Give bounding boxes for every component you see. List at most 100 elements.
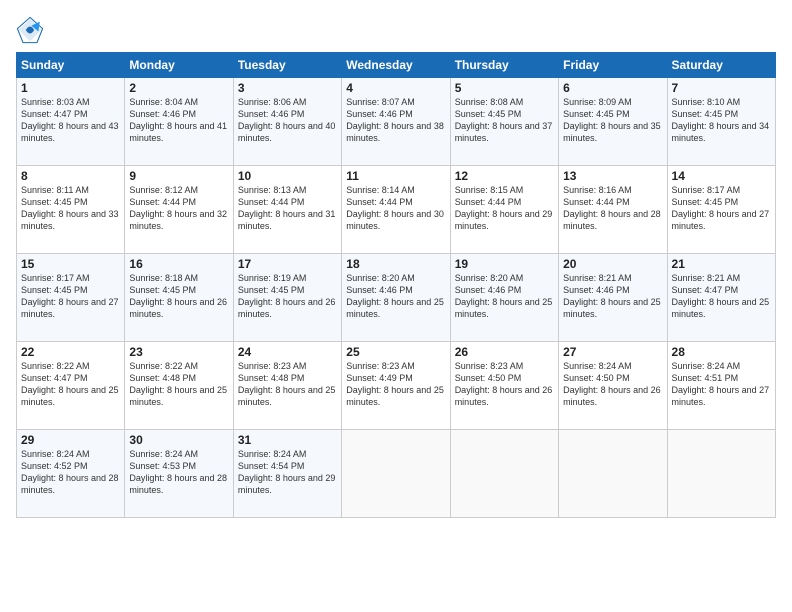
calendar-cell: 9 Sunrise: 8:12 AMSunset: 4:44 PMDayligh…: [125, 166, 233, 254]
calendar-week-4: 22 Sunrise: 8:22 AMSunset: 4:47 PMDaylig…: [17, 342, 776, 430]
calendar-cell: 14 Sunrise: 8:17 AMSunset: 4:45 PMDaylig…: [667, 166, 775, 254]
day-info: Sunrise: 8:20 AMSunset: 4:46 PMDaylight:…: [455, 273, 553, 319]
calendar-cell: 5 Sunrise: 8:08 AMSunset: 4:45 PMDayligh…: [450, 78, 558, 166]
day-info: Sunrise: 8:08 AMSunset: 4:45 PMDaylight:…: [455, 97, 553, 143]
calendar-cell: 19 Sunrise: 8:20 AMSunset: 4:46 PMDaylig…: [450, 254, 558, 342]
day-number: 9: [129, 169, 228, 183]
day-number: 5: [455, 81, 554, 95]
page-header: [16, 16, 776, 44]
day-number: 16: [129, 257, 228, 271]
day-number: 12: [455, 169, 554, 183]
calendar-cell: 17 Sunrise: 8:19 AMSunset: 4:45 PMDaylig…: [233, 254, 341, 342]
day-info: Sunrise: 8:17 AMSunset: 4:45 PMDaylight:…: [21, 273, 119, 319]
day-info: Sunrise: 8:24 AMSunset: 4:52 PMDaylight:…: [21, 449, 119, 495]
day-info: Sunrise: 8:11 AMSunset: 4:45 PMDaylight:…: [21, 185, 119, 231]
calendar-cell: 29 Sunrise: 8:24 AMSunset: 4:52 PMDaylig…: [17, 430, 125, 518]
weekday-tuesday: Tuesday: [233, 53, 341, 78]
calendar-cell: 12 Sunrise: 8:15 AMSunset: 4:44 PMDaylig…: [450, 166, 558, 254]
day-info: Sunrise: 8:09 AMSunset: 4:45 PMDaylight:…: [563, 97, 661, 143]
calendar-cell: 18 Sunrise: 8:20 AMSunset: 4:46 PMDaylig…: [342, 254, 450, 342]
day-info: Sunrise: 8:13 AMSunset: 4:44 PMDaylight:…: [238, 185, 336, 231]
weekday-wednesday: Wednesday: [342, 53, 450, 78]
calendar-cell: 11 Sunrise: 8:14 AMSunset: 4:44 PMDaylig…: [342, 166, 450, 254]
calendar-week-2: 8 Sunrise: 8:11 AMSunset: 4:45 PMDayligh…: [17, 166, 776, 254]
day-number: 24: [238, 345, 337, 359]
day-number: 8: [21, 169, 120, 183]
day-number: 17: [238, 257, 337, 271]
calendar-cell: 22 Sunrise: 8:22 AMSunset: 4:47 PMDaylig…: [17, 342, 125, 430]
day-info: Sunrise: 8:19 AMSunset: 4:45 PMDaylight:…: [238, 273, 336, 319]
day-info: Sunrise: 8:23 AMSunset: 4:48 PMDaylight:…: [238, 361, 336, 407]
logo-icon: [16, 16, 44, 44]
day-info: Sunrise: 8:21 AMSunset: 4:47 PMDaylight:…: [672, 273, 770, 319]
calendar-cell: 20 Sunrise: 8:21 AMSunset: 4:46 PMDaylig…: [559, 254, 667, 342]
day-info: Sunrise: 8:10 AMSunset: 4:45 PMDaylight:…: [672, 97, 770, 143]
calendar-cell: 25 Sunrise: 8:23 AMSunset: 4:49 PMDaylig…: [342, 342, 450, 430]
day-number: 31: [238, 433, 337, 447]
day-number: 1: [21, 81, 120, 95]
calendar-cell: 30 Sunrise: 8:24 AMSunset: 4:53 PMDaylig…: [125, 430, 233, 518]
calendar-week-1: 1 Sunrise: 8:03 AMSunset: 4:47 PMDayligh…: [17, 78, 776, 166]
calendar-cell: 31 Sunrise: 8:24 AMSunset: 4:54 PMDaylig…: [233, 430, 341, 518]
day-info: Sunrise: 8:22 AMSunset: 4:47 PMDaylight:…: [21, 361, 119, 407]
day-info: Sunrise: 8:14 AMSunset: 4:44 PMDaylight:…: [346, 185, 444, 231]
day-number: 29: [21, 433, 120, 447]
calendar-cell: 23 Sunrise: 8:22 AMSunset: 4:48 PMDaylig…: [125, 342, 233, 430]
calendar-week-3: 15 Sunrise: 8:17 AMSunset: 4:45 PMDaylig…: [17, 254, 776, 342]
day-number: 7: [672, 81, 771, 95]
calendar-cell: [667, 430, 775, 518]
calendar-cell: 27 Sunrise: 8:24 AMSunset: 4:50 PMDaylig…: [559, 342, 667, 430]
day-info: Sunrise: 8:16 AMSunset: 4:44 PMDaylight:…: [563, 185, 661, 231]
calendar-cell: 21 Sunrise: 8:21 AMSunset: 4:47 PMDaylig…: [667, 254, 775, 342]
day-info: Sunrise: 8:21 AMSunset: 4:46 PMDaylight:…: [563, 273, 661, 319]
weekday-friday: Friday: [559, 53, 667, 78]
day-number: 27: [563, 345, 662, 359]
weekday-saturday: Saturday: [667, 53, 775, 78]
day-number: 30: [129, 433, 228, 447]
day-info: Sunrise: 8:06 AMSunset: 4:46 PMDaylight:…: [238, 97, 336, 143]
day-info: Sunrise: 8:15 AMSunset: 4:44 PMDaylight:…: [455, 185, 553, 231]
day-number: 14: [672, 169, 771, 183]
calendar-cell: 6 Sunrise: 8:09 AMSunset: 4:45 PMDayligh…: [559, 78, 667, 166]
day-info: Sunrise: 8:23 AMSunset: 4:49 PMDaylight:…: [346, 361, 444, 407]
weekday-thursday: Thursday: [450, 53, 558, 78]
calendar-cell: 2 Sunrise: 8:04 AMSunset: 4:46 PMDayligh…: [125, 78, 233, 166]
day-info: Sunrise: 8:24 AMSunset: 4:53 PMDaylight:…: [129, 449, 227, 495]
day-info: Sunrise: 8:22 AMSunset: 4:48 PMDaylight:…: [129, 361, 227, 407]
calendar-cell: [342, 430, 450, 518]
day-number: 11: [346, 169, 445, 183]
day-number: 28: [672, 345, 771, 359]
day-info: Sunrise: 8:04 AMSunset: 4:46 PMDaylight:…: [129, 97, 227, 143]
day-number: 22: [21, 345, 120, 359]
day-info: Sunrise: 8:18 AMSunset: 4:45 PMDaylight:…: [129, 273, 227, 319]
day-number: 15: [21, 257, 120, 271]
day-number: 6: [563, 81, 662, 95]
calendar-cell: 16 Sunrise: 8:18 AMSunset: 4:45 PMDaylig…: [125, 254, 233, 342]
calendar-cell: 10 Sunrise: 8:13 AMSunset: 4:44 PMDaylig…: [233, 166, 341, 254]
calendar-cell: 4 Sunrise: 8:07 AMSunset: 4:46 PMDayligh…: [342, 78, 450, 166]
day-info: Sunrise: 8:20 AMSunset: 4:46 PMDaylight:…: [346, 273, 444, 319]
calendar-table: SundayMondayTuesdayWednesdayThursdayFrid…: [16, 52, 776, 518]
day-number: 13: [563, 169, 662, 183]
day-number: 26: [455, 345, 554, 359]
day-number: 21: [672, 257, 771, 271]
day-number: 19: [455, 257, 554, 271]
day-info: Sunrise: 8:03 AMSunset: 4:47 PMDaylight:…: [21, 97, 119, 143]
weekday-monday: Monday: [125, 53, 233, 78]
calendar-cell: 24 Sunrise: 8:23 AMSunset: 4:48 PMDaylig…: [233, 342, 341, 430]
day-info: Sunrise: 8:23 AMSunset: 4:50 PMDaylight:…: [455, 361, 553, 407]
day-info: Sunrise: 8:24 AMSunset: 4:51 PMDaylight:…: [672, 361, 770, 407]
weekday-header-row: SundayMondayTuesdayWednesdayThursdayFrid…: [17, 53, 776, 78]
day-number: 18: [346, 257, 445, 271]
day-number: 10: [238, 169, 337, 183]
calendar-cell: 1 Sunrise: 8:03 AMSunset: 4:47 PMDayligh…: [17, 78, 125, 166]
day-number: 2: [129, 81, 228, 95]
calendar-cell: 13 Sunrise: 8:16 AMSunset: 4:44 PMDaylig…: [559, 166, 667, 254]
page-container: SundayMondayTuesdayWednesdayThursdayFrid…: [0, 0, 792, 612]
calendar-week-5: 29 Sunrise: 8:24 AMSunset: 4:52 PMDaylig…: [17, 430, 776, 518]
calendar-cell: 15 Sunrise: 8:17 AMSunset: 4:45 PMDaylig…: [17, 254, 125, 342]
day-info: Sunrise: 8:07 AMSunset: 4:46 PMDaylight:…: [346, 97, 444, 143]
calendar-cell: 26 Sunrise: 8:23 AMSunset: 4:50 PMDaylig…: [450, 342, 558, 430]
day-info: Sunrise: 8:24 AMSunset: 4:54 PMDaylight:…: [238, 449, 336, 495]
day-info: Sunrise: 8:17 AMSunset: 4:45 PMDaylight:…: [672, 185, 770, 231]
